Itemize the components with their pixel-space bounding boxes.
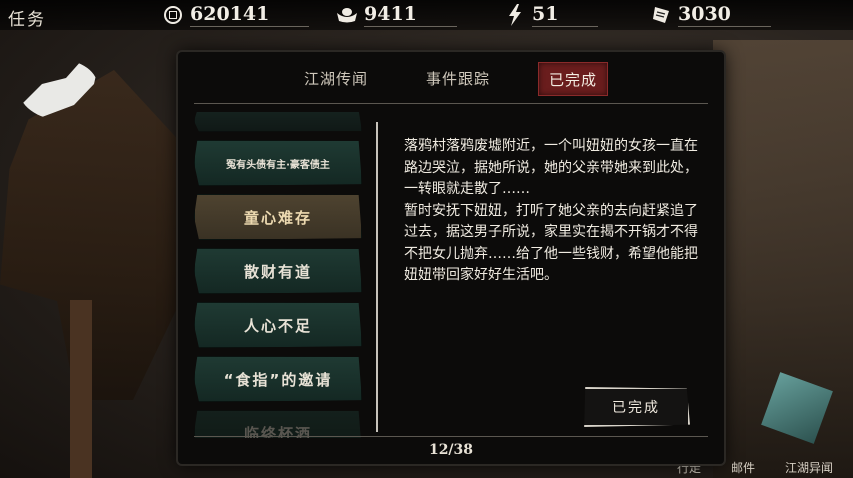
scroll-icon [650, 4, 672, 26]
lightning-icon [504, 4, 526, 26]
coin-icon [162, 4, 184, 26]
stamina-resource: 51 [504, 3, 599, 27]
bottom-menu-rumors[interactable]: 江湖异闻 [785, 459, 833, 476]
tab-event-tracking[interactable]: 事件跟踪 [416, 62, 500, 96]
background-pigeon-house [0, 70, 190, 400]
scroll-value: 3030 [678, 3, 771, 27]
list-item[interactable]: 人心不足 [194, 302, 362, 348]
coin-resource: 620141 [162, 3, 310, 27]
list-item[interactable]: 冤有头债有主·豪客债主 [194, 140, 362, 186]
tab-divider [194, 103, 708, 104]
quest-description: 落鸦村落鸦废墟附近，一个叫妞妞的女孩一直在路边哭泣，据她所说，她的父亲带她来到此… [404, 136, 698, 287]
bottom-divider [194, 436, 708, 437]
scroll-resource: 3030 [650, 3, 771, 27]
completed-status-button[interactable]: 已完成 [584, 387, 690, 427]
background-pole [70, 300, 92, 478]
list-item-partial[interactable] [194, 112, 362, 132]
tab-bar: 江湖传闻 事件跟踪 已完成 [178, 62, 724, 96]
coin-value: 620141 [190, 3, 310, 27]
stamina-value: 51 [532, 3, 599, 27]
quest-list[interactable]: 冤有头债有主·豪客债主 童心难存 散财有道 人心不足 “食指”的邀请 临终杯酒 [194, 112, 364, 438]
tab-completed[interactable]: 已完成 [538, 62, 609, 96]
tab-rumors[interactable]: 江湖传闻 [294, 62, 378, 96]
list-item[interactable]: 散财有道 [194, 248, 362, 294]
task-title[interactable]: 任务 [8, 5, 46, 30]
top-resource-bar: 任务 620141 9411 51 3030 [0, 0, 853, 30]
page-indicator: 12/38 [428, 442, 474, 458]
silver-ingot-icon [336, 4, 358, 26]
list-item-selected[interactable]: 童心难存 [194, 194, 362, 240]
bottom-menu-mail[interactable]: 邮件 [731, 459, 755, 476]
quest-description-text: 落鸦村落鸦废墟附近，一个叫妞妞的女孩一直在路边哭泣，据她所说，她的父亲带她来到此… [404, 138, 698, 283]
ingot-resource: 9411 [336, 3, 457, 27]
quest-log-panel: 江湖传闻 事件跟踪 已完成 冤有头债有主·豪客债主 童心难存 散财有道 人心不足… [178, 52, 724, 464]
list-item[interactable]: “食指”的邀请 [194, 356, 362, 402]
scroll-divider [376, 122, 378, 432]
ingot-value: 9411 [364, 3, 457, 27]
list-item[interactable]: 临终杯酒 [194, 410, 362, 438]
